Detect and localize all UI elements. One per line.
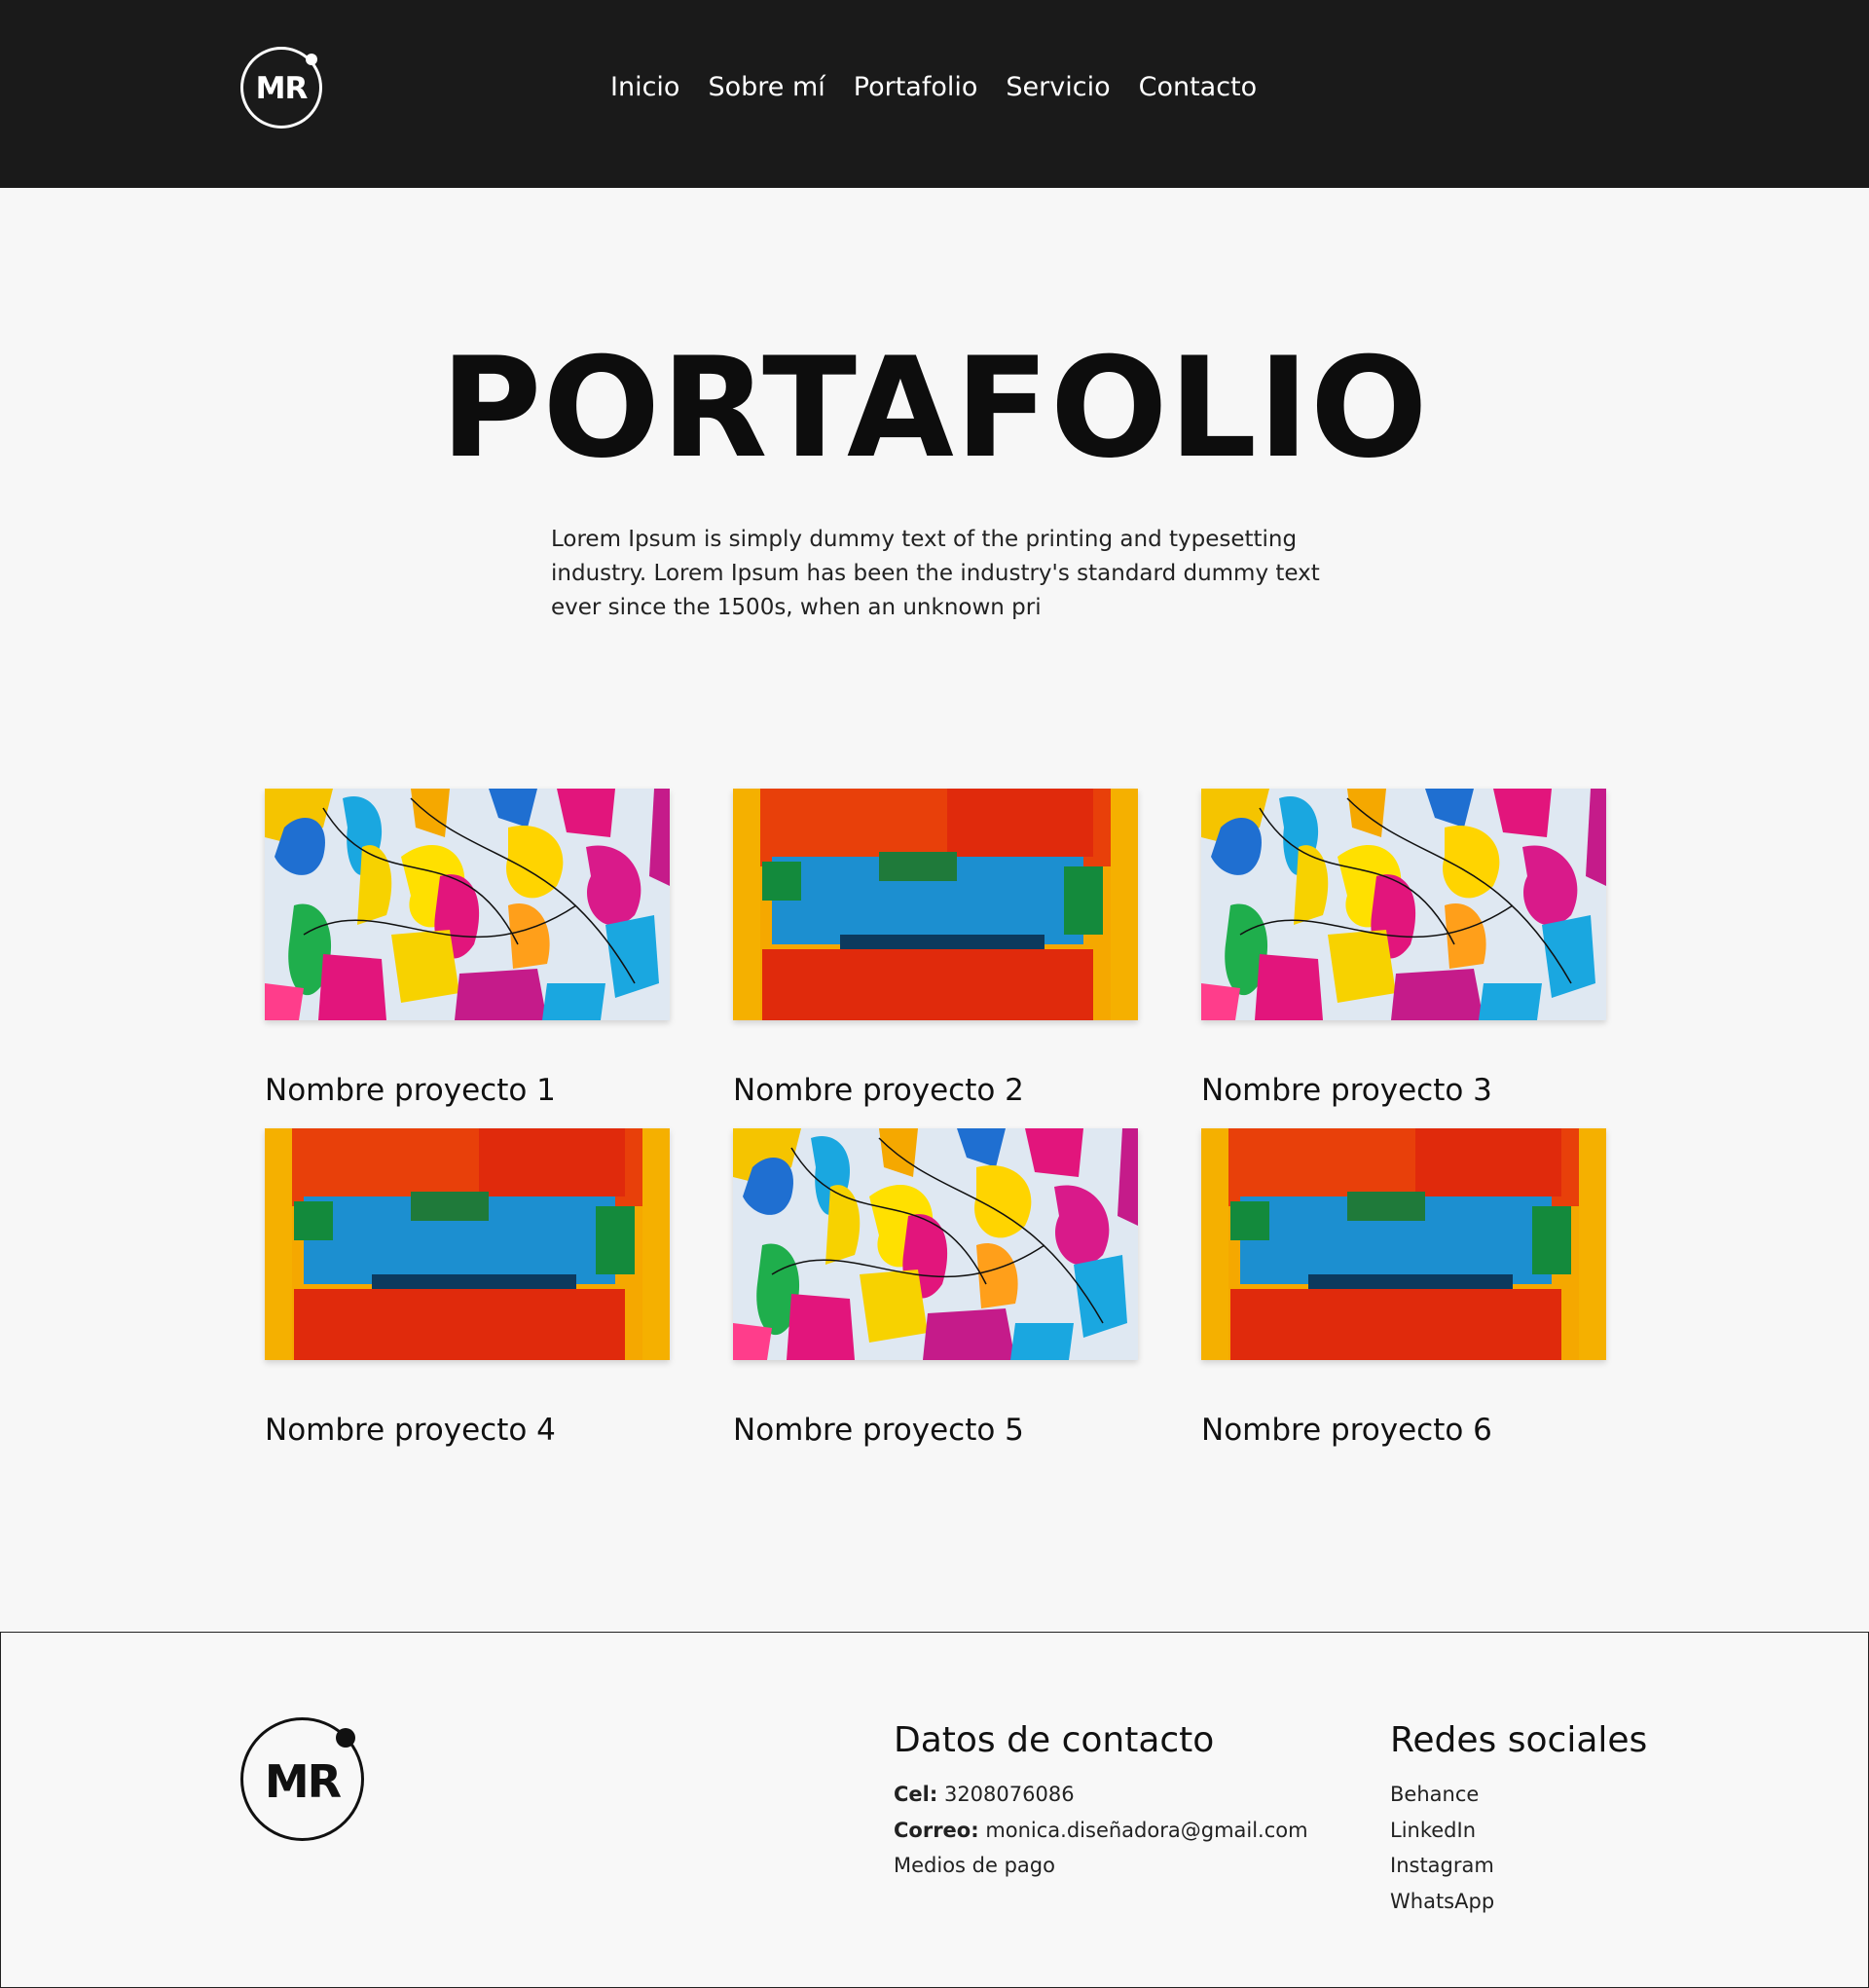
project-name[interactable]: Nombre proyecto 4 — [265, 1411, 556, 1450]
nav-link-inicio[interactable]: Inicio — [610, 70, 679, 105]
site-footer: MR Datos de contacto Cel: 3208076086 Cor… — [0, 1632, 1869, 1988]
project-card-1[interactable]: Nombre proyecto 1 — [265, 789, 670, 1108]
nav-link-servicio[interactable]: Servicio — [1006, 70, 1110, 105]
project-card-2[interactable]: Nombre proyecto 2 — [733, 789, 1138, 1108]
logo[interactable]: MR — [240, 47, 322, 129]
project-name[interactable]: Nombre proyecto 2 — [733, 1071, 1024, 1110]
nav-link-contacto[interactable]: Contacto — [1139, 70, 1258, 105]
phone-line: Cel: 3208076086 — [894, 1777, 1308, 1813]
project-name[interactable]: Nombre proyecto 5 — [733, 1411, 1024, 1450]
nav-link-portafolio[interactable]: Portafolio — [854, 70, 978, 105]
social-link-linkedin[interactable]: LinkedIn — [1390, 1813, 1647, 1849]
footer-logo[interactable]: MR — [240, 1717, 364, 1841]
phone-label: Cel: — [894, 1783, 938, 1806]
email-value[interactable]: monica.diseñadora@gmail.com — [985, 1819, 1307, 1842]
project-card-4[interactable]: Nombre proyecto 4 — [265, 1128, 670, 1448]
project-image[interactable] — [265, 1128, 670, 1360]
abstract-block-painting-image — [733, 789, 1138, 1020]
project-card-3[interactable]: Nombre proyecto 3 — [1201, 789, 1606, 1108]
page-title: PORTAFOLIO — [440, 328, 1429, 489]
email-line: Correo: monica.diseñadora@gmail.com — [894, 1813, 1308, 1849]
main-nav: Inicio Sobre mí Portafolio Servicio Cont… — [610, 70, 1257, 105]
project-image[interactable] — [733, 789, 1138, 1020]
abstract-block-painting-image — [265, 1128, 670, 1360]
project-name[interactable]: Nombre proyecto 6 — [1201, 1411, 1492, 1450]
nav-link-sobre-mi[interactable]: Sobre mí — [708, 70, 825, 105]
payment-link[interactable]: Medios de pago — [894, 1848, 1308, 1884]
project-image[interactable] — [733, 1128, 1138, 1360]
logo-dot — [336, 1728, 355, 1748]
project-card-5[interactable]: Nombre proyecto 5 — [733, 1128, 1138, 1448]
logo-text: MR — [255, 71, 309, 106]
abstract-splash-painting-image — [1201, 789, 1606, 1020]
social-link-behance[interactable]: Behance — [1390, 1777, 1647, 1813]
project-name[interactable]: Nombre proyecto 1 — [265, 1071, 556, 1110]
project-name[interactable]: Nombre proyecto 3 — [1201, 1071, 1492, 1110]
abstract-splash-painting-image — [265, 789, 670, 1020]
intro-text: Lorem Ipsum is simply dummy text of the … — [551, 527, 1320, 620]
contact-heading: Datos de contacto — [894, 1720, 1215, 1760]
contact-section: Datos de contacto Cel: 3208076086 Correo… — [894, 1718, 1308, 1884]
social-heading: Redes sociales — [1390, 1720, 1648, 1760]
phone-value[interactable]: 3208076086 — [944, 1783, 1075, 1806]
abstract-splash-painting-image — [733, 1128, 1138, 1360]
social-link-instagram[interactable]: Instagram — [1390, 1848, 1647, 1884]
project-image[interactable] — [1201, 789, 1606, 1020]
social-section: Redes sociales Behance LinkedIn Instagra… — [1390, 1718, 1647, 1919]
abstract-block-painting-image — [1201, 1128, 1606, 1360]
logo-dot — [306, 54, 317, 65]
project-image[interactable] — [265, 789, 670, 1020]
project-image[interactable] — [1201, 1128, 1606, 1360]
footer-logo-text: MR — [264, 1755, 342, 1808]
site-header: MR Inicio Sobre mí Portafolio Servicio C… — [0, 0, 1869, 188]
social-link-whatsapp[interactable]: WhatsApp — [1390, 1884, 1647, 1920]
project-card-6[interactable]: Nombre proyecto 6 — [1201, 1128, 1606, 1448]
email-label: Correo: — [894, 1818, 979, 1842]
